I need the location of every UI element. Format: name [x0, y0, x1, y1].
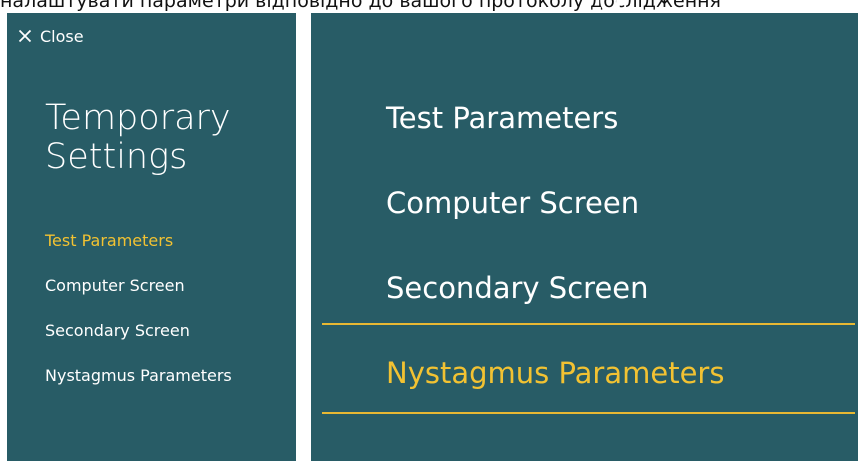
- temporary-settings-panel: Close Temporary Settings Test Parameters…: [7, 13, 296, 461]
- zoom-item-test-parameters[interactable]: Test Parameters: [386, 100, 618, 136]
- zoom-item-computer-screen[interactable]: Computer Screen: [386, 185, 639, 221]
- settings-nav: Test Parameters Computer Screen Secondar…: [45, 231, 232, 411]
- selection-line-top: [322, 323, 855, 325]
- panel-title-line1: Temporary: [45, 98, 231, 138]
- heading-fragment: g: [598, 0, 623, 12]
- screenshot-root: налаштувати параметри відповідно до вашо…: [0, 0, 858, 461]
- page-caption: налаштувати параметри відповідно до вашо…: [0, 0, 858, 12]
- zoom-item-nystagmus-parameters[interactable]: Nystagmus Parameters: [386, 355, 724, 391]
- zoom-item-secondary-screen[interactable]: Secondary Screen: [386, 270, 649, 306]
- nav-item-test-parameters[interactable]: Test Parameters: [45, 231, 232, 276]
- panel-title: Temporary Settings: [45, 99, 285, 177]
- selection-line-bottom: [322, 412, 855, 414]
- nav-item-nystagmus-parameters[interactable]: Nystagmus Parameters: [45, 366, 232, 411]
- close-label: Close: [40, 26, 84, 46]
- settings-zoom-panel: Test Parameters Computer Screen Secondar…: [311, 13, 858, 461]
- close-icon: [18, 29, 32, 43]
- close-button[interactable]: Close: [18, 25, 84, 47]
- panel-title-line2: Settings: [45, 137, 188, 177]
- nav-item-computer-screen[interactable]: Computer Screen: [45, 276, 232, 321]
- nav-item-secondary-screen[interactable]: Secondary Screen: [45, 321, 232, 366]
